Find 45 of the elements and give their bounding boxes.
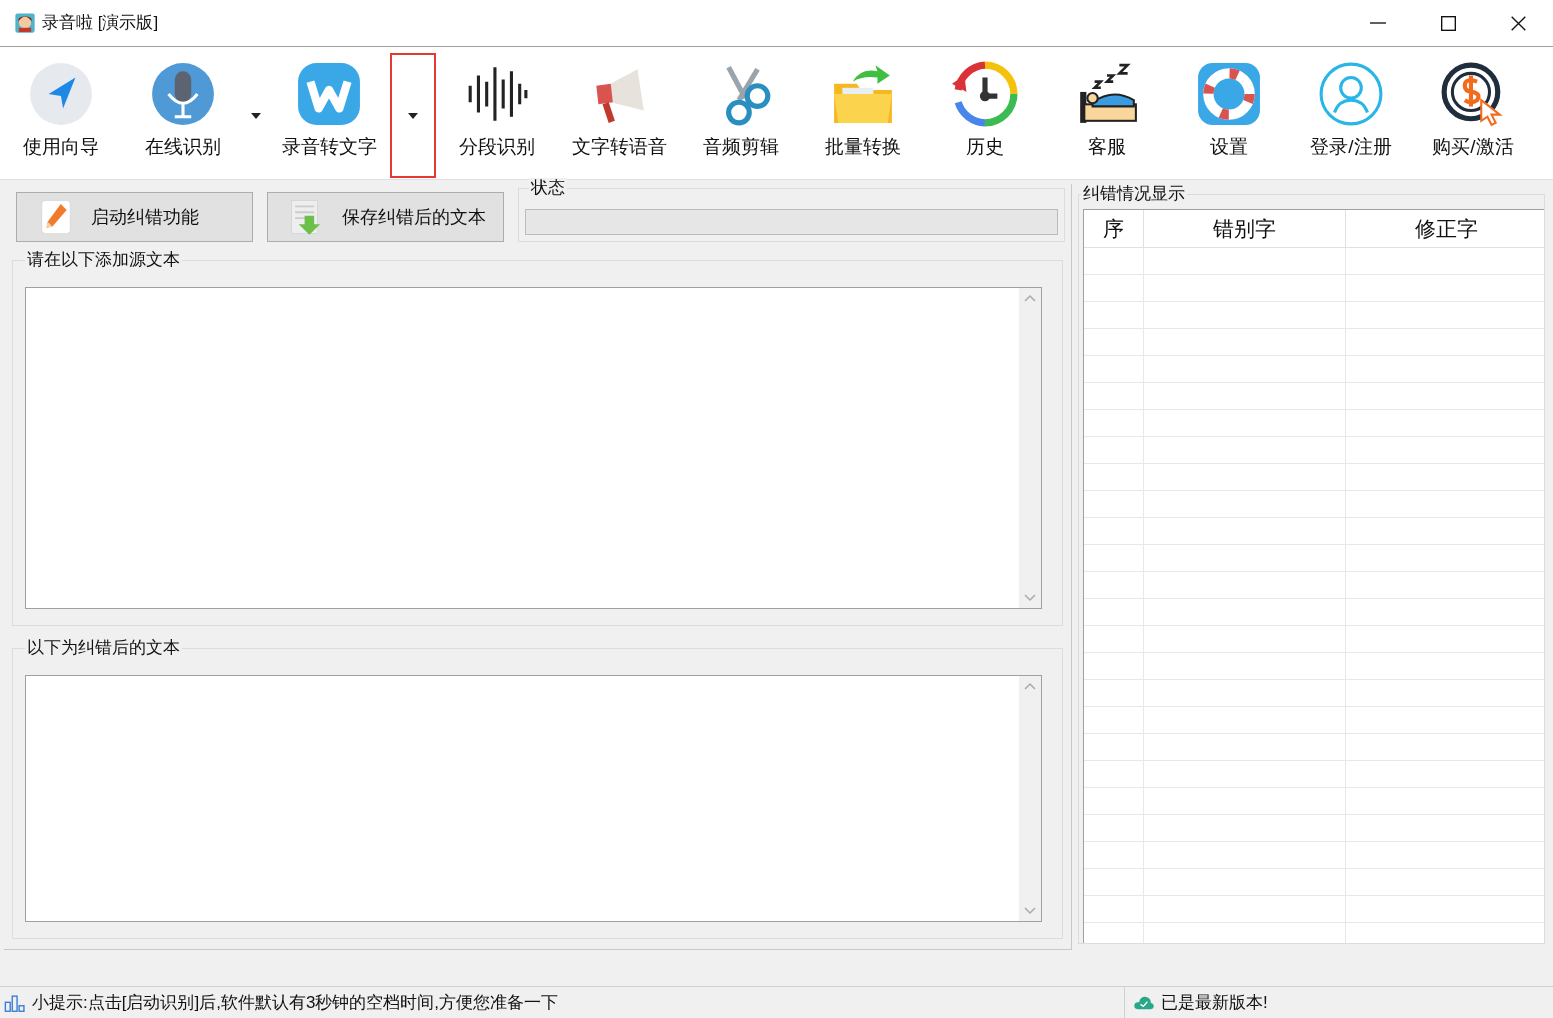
toolbar-button[interactable]: 客服 <box>1046 61 1168 162</box>
minimize-icon <box>1370 22 1386 24</box>
user-icon <box>1318 61 1384 127</box>
group-label: 纠错情况显示 <box>1081 184 1187 204</box>
group-label: 状态 <box>529 178 567 198</box>
dropdown-button[interactable] <box>390 53 436 178</box>
column-header[interactable]: 修正字 <box>1346 210 1544 247</box>
dollar-cursor-icon <box>1440 61 1506 127</box>
scrollbar[interactable] <box>1019 676 1041 921</box>
column-header[interactable]: 错别字 <box>1144 210 1346 247</box>
letter-w-icon <box>296 61 362 127</box>
maximize-icon <box>1440 15 1456 31</box>
caret-icon <box>407 111 419 120</box>
status-tip: 小提示:点击[启动识别]后,软件默认有3秒钟的空档时间,方便您准备一下 <box>32 991 559 1014</box>
scroll-up-icon[interactable] <box>1024 682 1036 690</box>
text-area[interactable] <box>25 675 1042 922</box>
version-status: 已是最新版本! <box>1161 991 1268 1014</box>
toolbar-button[interactable]: 购买/激活 <box>1412 61 1534 162</box>
toolbar-button[interactable]: 设置 <box>1168 61 1290 162</box>
text-area[interactable] <box>25 287 1042 609</box>
toolbar-button[interactable]: 历史 <box>924 61 1046 162</box>
toolbar-button[interactable]: 在线识别 <box>122 61 244 162</box>
clock-arrow-icon <box>952 61 1018 127</box>
column-header[interactable]: 序 <box>1084 210 1144 247</box>
scroll-down-icon[interactable] <box>1024 907 1036 915</box>
scrollbar[interactable] <box>1019 288 1041 608</box>
caret-icon <box>250 112 262 120</box>
toolbar-button[interactable]: 录音转文字 <box>268 61 390 162</box>
group-label: 以下为纠错后的文本 <box>25 638 182 658</box>
toolbar-button[interactable]: 登录/注册 <box>1290 61 1412 162</box>
toolbar-button[interactable]: 文字转语音 <box>558 61 680 162</box>
app-logo-icon <box>14 12 36 34</box>
lifebuoy-icon <box>1196 61 1262 127</box>
toolbar-button[interactable]: 使用向导 <box>0 61 122 162</box>
window-title: 录音啦 [演示版] <box>42 12 159 35</box>
toolbar-button[interactable]: 音频剪辑 <box>680 61 802 162</box>
group-label: 请在以下添加源文本 <box>25 250 182 270</box>
scroll-down-icon[interactable] <box>1024 594 1036 602</box>
toolbar-button[interactable]: 批量转换 <box>802 61 924 162</box>
scroll-up-icon[interactable] <box>1024 294 1036 302</box>
close-icon <box>1510 15 1526 31</box>
toolbar-button[interactable]: 分段识别 <box>436 61 558 162</box>
microphone-icon <box>150 61 216 127</box>
action-button[interactable]: 保存纠错后的文本 <box>267 192 504 242</box>
action-button[interactable]: 启动纠错功能 <box>16 192 253 242</box>
